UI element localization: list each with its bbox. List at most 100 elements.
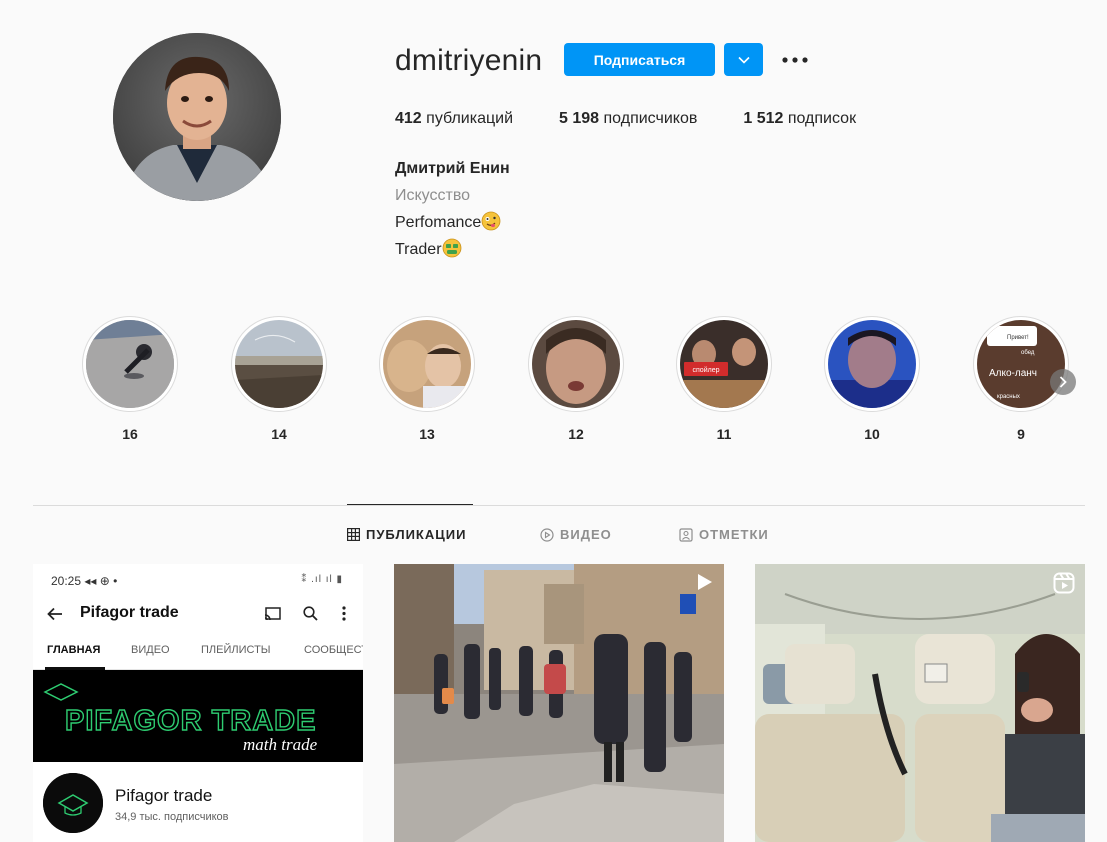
profile-category: Искусство	[395, 187, 471, 204]
story-highlight[interactable]: 14	[231, 316, 327, 442]
story-highlight[interactable]: 12	[528, 316, 624, 442]
profile-full-name: Дмитрий Енин	[395, 160, 510, 177]
bio-line: Perfomance	[395, 209, 510, 236]
story-highlight[interactable]: 16	[82, 316, 178, 442]
story-highlight-ring	[528, 316, 624, 412]
profile-username: dmitriyenin	[395, 44, 543, 77]
stat-posts: 412 публикаций	[395, 110, 513, 128]
post-image-cabin	[755, 564, 1085, 842]
story-highlight-label: 14	[271, 426, 287, 442]
tab-tagged[interactable]: ОТМЕТКИ	[679, 527, 769, 542]
reel-badge	[1053, 572, 1075, 599]
highlight-text: спойлер	[693, 366, 720, 374]
story-highlight-label: 9	[1017, 426, 1025, 442]
story-highlight-ring: Привет! обед Алко-ланч красных	[973, 316, 1069, 412]
status-icons-text: ◂◂ ⊕ •	[84, 574, 118, 588]
chevron-down-icon	[737, 56, 750, 64]
story-highlight-cover	[383, 320, 471, 408]
story-highlight-label: 13	[419, 426, 435, 442]
more-options-button[interactable]	[780, 48, 810, 72]
stat-posts-label: публикаций	[426, 110, 514, 127]
story-highlight-label: 16	[122, 426, 138, 442]
profile-avatar[interactable]	[113, 33, 281, 201]
channel-banner: PIFAGOR TRADE math trade	[33, 670, 363, 762]
tab-video[interactable]: ВИДЕО	[540, 527, 612, 542]
story-highlight-cover	[828, 320, 916, 408]
tab-posts-label: ПУБЛИКАЦИИ	[366, 527, 467, 542]
bio-line: Trader	[395, 236, 510, 263]
highlight-text: Алко-ланч	[989, 368, 1037, 379]
stat-followers[interactable]: 5 198 подписчиков	[559, 110, 697, 128]
play-circle-icon	[540, 527, 554, 542]
tagged-person-icon	[679, 527, 693, 542]
post-thumbnail[interactable]: 20:25 ◂◂ ⊕ • ⁑ .ıl ıl ▮ Pifagor trade ГЛ…	[33, 564, 363, 842]
story-highlight[interactable]: спойлер 11	[676, 316, 772, 442]
highlights-next-button[interactable]	[1050, 369, 1076, 395]
grid-icon	[347, 528, 360, 541]
channel-tab-playlists: ПЛЕЙЛИСТЫ	[201, 644, 271, 656]
post-image-street	[394, 564, 724, 842]
story-highlight-label: 10	[864, 426, 880, 442]
channel-name: Pifagor trade	[115, 786, 213, 805]
story-highlight[interactable]: 13	[379, 316, 475, 442]
story-highlight[interactable]: 10	[824, 316, 920, 442]
story-highlight-cover	[235, 320, 323, 408]
stat-following-value: 1 512	[743, 110, 784, 127]
banner-subtitle: math trade	[243, 735, 318, 754]
story-highlight-cover: спойлер	[680, 320, 768, 408]
bio-line-text: Perfomance	[395, 214, 482, 231]
suggested-dropdown-button[interactable]	[724, 43, 763, 76]
channel-title: Pifagor trade	[80, 604, 179, 621]
highlight-text: красных	[997, 394, 1020, 400]
tab-video-label: ВИДЕО	[560, 527, 612, 542]
story-highlight-cover	[532, 320, 620, 408]
search-icon	[303, 606, 318, 621]
post-thumbnail[interactable]	[755, 564, 1085, 842]
banner-title: PIFAGOR TRADE	[65, 705, 316, 737]
channel-avatar	[43, 773, 103, 833]
cast-icon	[264, 607, 281, 621]
chevron-right-icon	[1059, 376, 1067, 388]
zany-face-emoji-icon	[481, 211, 501, 231]
highlight-text: Привет!	[1007, 335, 1029, 341]
bio-line-text: Trader	[395, 241, 442, 258]
phone-status-time: 20:25 ◂◂ ⊕ •	[51, 574, 117, 588]
reels-icon	[1053, 572, 1075, 594]
tab-tagged-label: ОТМЕТКИ	[699, 527, 769, 542]
story-highlight-ring	[824, 316, 920, 412]
arrow-back-icon	[47, 607, 62, 621]
follow-button[interactable]: Подписаться	[564, 43, 715, 76]
channel-tab-video: ВИДЕО	[131, 644, 170, 656]
story-highlight-cover	[86, 320, 174, 408]
post-thumbnail[interactable]	[394, 564, 724, 842]
play-icon	[698, 574, 712, 590]
tabs-divider	[33, 505, 1085, 506]
story-highlight-ring	[231, 316, 327, 412]
tab-posts[interactable]: ПУБЛИКАЦИИ	[347, 527, 466, 542]
stat-posts-value: 412	[395, 110, 422, 127]
phone-status-right: ⁑ .ıl ıl ▮	[301, 574, 343, 585]
stat-following-label: подписок	[787, 110, 857, 127]
channel-subscribers: 34,9 тыс. подписчиков	[115, 811, 229, 823]
story-highlight-label: 12	[568, 426, 584, 442]
highlight-text: обед	[1021, 350, 1035, 356]
more-dots-icon	[782, 57, 808, 63]
profile-bio: Дмитрий Енин Искусство Perfomance Trader	[395, 155, 510, 263]
story-highlight-ring: спойлер	[676, 316, 772, 412]
story-highlight-ring	[82, 316, 178, 412]
stat-followers-value: 5 198	[559, 110, 600, 127]
status-time-text: 20:25	[51, 574, 82, 588]
channel-tab-home: ГЛАВНАЯ	[47, 644, 101, 656]
active-tab-indicator	[347, 504, 473, 505]
profile-stats: 412 публикаций 5 198 подписчиков 1 512 п…	[395, 110, 902, 128]
more-vertical-icon	[342, 606, 346, 621]
channel-tab-community: СООБЩЕСТВ	[304, 644, 363, 656]
story-highlight-ring	[379, 316, 475, 412]
money-mouth-face-emoji-icon	[442, 238, 461, 258]
stat-following[interactable]: 1 512 подписок	[743, 110, 856, 128]
story-highlight-label: 11	[716, 426, 732, 442]
story-highlight-cover: Привет! обед Алко-ланч красных	[977, 320, 1065, 408]
video-badge	[696, 572, 714, 597]
stat-followers-label: подписчиков	[603, 110, 698, 127]
channel-tabs: ГЛАВНАЯ ВИДЕО ПЛЕЙЛИСТЫ СООБЩЕСТВ	[33, 636, 363, 670]
